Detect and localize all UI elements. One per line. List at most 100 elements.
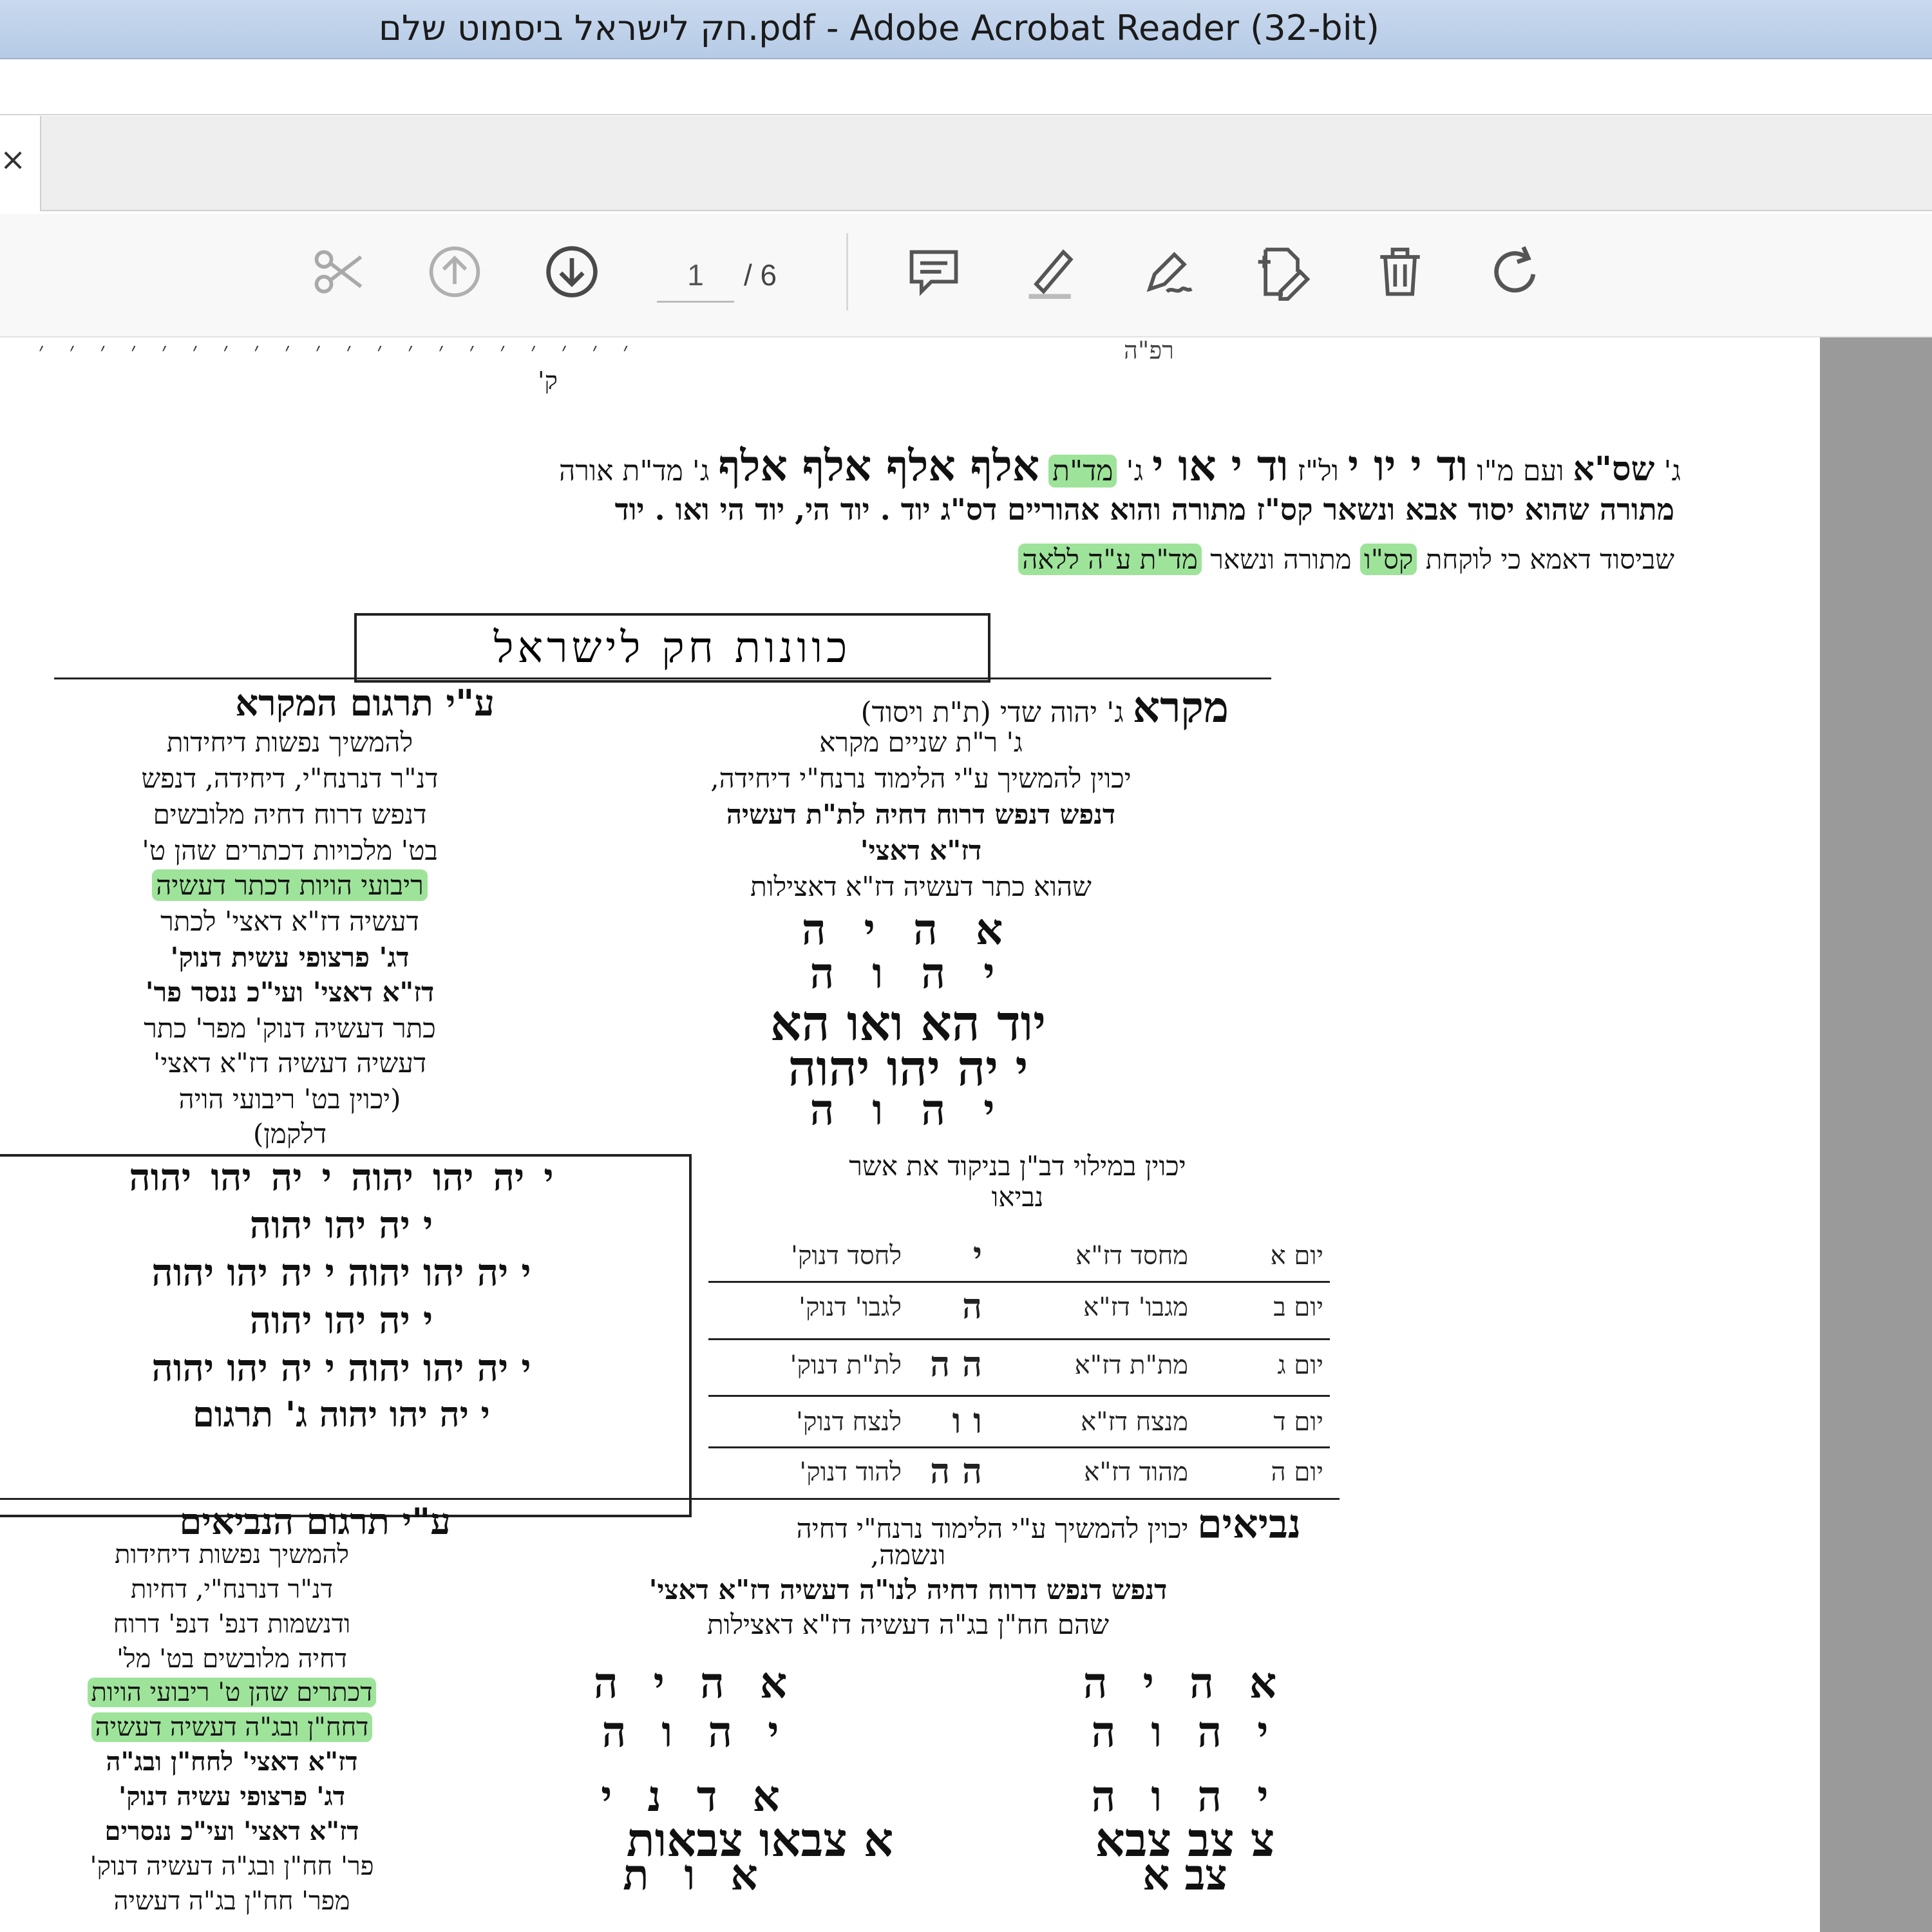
milui-line: יכוין במילוי דב"ן בניקוד את אשר (849, 1150, 1186, 1182)
highlight: ריבועי הויות דכתר דעשיה (152, 869, 428, 901)
sign-icon[interactable] (1135, 240, 1199, 304)
to-cell: לגבו' דנוק' (798, 1293, 902, 1322)
mikra-line: דז"א דאצי' (860, 835, 982, 866)
tab-area (40, 116, 1932, 211)
divider (0, 1498, 1340, 1500)
text-fragment: שביסוד דאמא כי לוקחת (1425, 544, 1674, 575)
text-fragment: ועם מ"ו (1477, 455, 1564, 488)
targum-line: דג' פרצופי עשית דנוק' (170, 942, 410, 973)
targum-line: בט' מלכויות דכתרים שהן ט' (142, 835, 438, 866)
mikra-heading: מקרא ג' יהוה שדי (ת"ת ויסוד) (860, 682, 1229, 733)
edit-pdf-icon[interactable] (1251, 240, 1315, 304)
divine-name: א ה י ה (1083, 1658, 1287, 1708)
page-up-icon[interactable] (422, 240, 487, 304)
neviim-line: דנפש דנפש דרוח דחיה לנו"ה דעשיה דז"א דאצ… (649, 1574, 1168, 1605)
from-cell: מנצח דז"א (1081, 1407, 1188, 1437)
letter-cell: י (972, 1234, 982, 1275)
page-number-input[interactable]: 1 (657, 249, 734, 303)
text-fragment: וד י יו י (1347, 440, 1468, 491)
divine-name: א ו ת (623, 1850, 768, 1900)
text-fragment: וד י או י (1152, 440, 1289, 491)
from-cell: מהוד דז"א (1084, 1457, 1188, 1487)
highlight: קס"ו (1359, 544, 1417, 575)
box-row: י יה יהו יהוה י יה יהו יהוה (151, 1251, 531, 1294)
divine-name: צב א (1142, 1850, 1227, 1900)
to-cell: לחסד דנוק' (791, 1241, 902, 1271)
text-fragment: ג' מד"ת אורה (558, 455, 710, 488)
letter-cell: ו ו (952, 1400, 982, 1441)
targum-line: דלקמן) (252, 1118, 327, 1150)
text-fragment: שס"א (1573, 450, 1655, 489)
targum-line: להמשיך נפשות דיחידות (166, 726, 413, 758)
divine-name: י ה ו ה (810, 948, 1007, 998)
targum-line: (יכוין בט' ריבועי הויה (178, 1083, 401, 1115)
table-divider (708, 1338, 1330, 1340)
divine-name: י ה ו ה (1091, 1707, 1279, 1757)
heading-rest: ג' יהוה שדי (ת"ת ויסוד) (860, 696, 1124, 729)
text-fragment: ג' (1663, 455, 1681, 488)
mikra-line: ג' ר"ת שניים מקרא (819, 726, 1023, 758)
to-cell: להוד דנוק' (799, 1457, 902, 1487)
highlight: מד"ת (1048, 455, 1117, 488)
from-cell: מגבו' דז"א (1083, 1293, 1188, 1322)
targum-neviim-line: דז"א דאצי' לחח"ן ובג"ה (106, 1747, 358, 1777)
neviim-line: ונשמה, (870, 1539, 946, 1571)
box-row: י יה יהו יהוה ג' תרגום (193, 1394, 490, 1435)
line-2: מתורה שהוא יסוד אבא ונשאר קס"ז מתורה והו… (614, 492, 1674, 527)
top-fragment-left: ק' (538, 366, 558, 395)
day-cell: יום א (1270, 1241, 1323, 1271)
tab-close-icon[interactable]: × (0, 142, 26, 178)
document-view[interactable]: ׳ ׳ ׳ ׳ ׳ ׳ ׳ ׳ ׳ ׳ ׳ ׳ ׳ ׳ ׳ ׳ ׳ ׳ ׳ ׳ … (0, 337, 1932, 1932)
divine-name: י ה ו ה (601, 1707, 790, 1757)
window-title: חק לישראל ביסמוט שלם.pdf - Adobe Acrobat… (379, 8, 1379, 48)
table-row: יום ג מת"ת דז"א ה ה לת"ת דנוק' (708, 1342, 1330, 1387)
scissors-icon[interactable] (307, 240, 371, 304)
toolbar-separator (846, 233, 848, 310)
top-fragment-row: ׳ ׳ ׳ ׳ ׳ ׳ ׳ ׳ ׳ ׳ ׳ ׳ ׳ ׳ ׳ ׳ ׳ ׳ ׳ ׳ (39, 338, 638, 365)
rotate-icon[interactable] (1484, 240, 1548, 304)
targum-line: דנ"ר דנרנח"י, דיחידה, דנפש (141, 762, 439, 794)
heading: מקרא (1132, 682, 1229, 732)
table-row: יום ה מהוד דז"א ה ה להוד דנוק' (708, 1449, 1330, 1494)
highlight: דכתרים שהן ט' ריבועי הויות (87, 1678, 377, 1707)
day-cell: יום ב (1273, 1293, 1323, 1322)
menu-strip (0, 59, 1932, 115)
day-cell: יום ד (1273, 1407, 1323, 1437)
title-bar: חק לישראל ביסמוט שלם.pdf - Adobe Acrobat… (0, 0, 1932, 59)
targum-line: דעשיה דז"א דאצי' לכתר (160, 905, 419, 937)
divine-name: י ה ו ה (810, 1084, 1007, 1135)
mikra-line: שהוא כתר דעשיה דז"א דאצילות (750, 871, 1092, 902)
targum-line: ריבועי הויות דכתר דעשיה (39, 869, 541, 902)
tab-strip: × (0, 116, 1932, 213)
targum-neviim-line: דכתרים שהן ט' ריבועי הויות (0, 1677, 464, 1707)
highlight-icon[interactable] (1019, 240, 1083, 304)
targum-heading: ע"י תרגום המקרא (235, 682, 495, 724)
table-row: יום ד מנצח דז"א ו ו לנצח דנוק' (708, 1399, 1330, 1444)
table-row: יום ב מגבו' דז"א ה לגבו' דנוק' (708, 1284, 1330, 1329)
to-cell: לנצח דנוק' (796, 1407, 902, 1437)
day-cell: יום ג (1277, 1350, 1323, 1380)
milui-line: נביאו (991, 1181, 1044, 1213)
delete-icon[interactable] (1368, 240, 1432, 304)
text-fragment: אלף אלף אלף אלף (718, 440, 1040, 491)
to-cell: לת"ת דנוק' (790, 1350, 902, 1380)
divider (54, 677, 1271, 679)
comment-icon[interactable] (902, 240, 966, 304)
highlight: מד"ת ע"ה ללאה (1018, 544, 1202, 575)
mikra-line: יכוין להמשיך ע"י הלימוד נרנח"י דיחידה, (710, 762, 1132, 794)
targum-line: כתר דעשיה דנוק' מפר' כתר (144, 1012, 436, 1044)
targum-neviim-line: ודנשמות דנפ' דנפ' דרוח (113, 1609, 351, 1639)
section-title: כוונות חק לישראל (354, 613, 990, 683)
box-row: י יה יהו יהוה י יה יהו יהוה (151, 1346, 531, 1390)
text-fragment: ול"ז (1297, 455, 1339, 488)
targum-line: דנפש דרוח דחיה מלובשים (153, 799, 427, 830)
heading: ע"י תרגום הנביאים (179, 1501, 451, 1543)
page-margin-gray (1820, 337, 1932, 1932)
page-down-icon[interactable] (540, 240, 604, 304)
table-divider (708, 1395, 1330, 1397)
divine-name: א ה י ה (593, 1658, 798, 1708)
table-divider (708, 1446, 1330, 1448)
box-row: י יה יהו יהוה י יה יהו יהוה (129, 1155, 554, 1199)
text-fragment: ג' (1126, 455, 1144, 488)
day-cell: יום ה (1271, 1457, 1323, 1487)
